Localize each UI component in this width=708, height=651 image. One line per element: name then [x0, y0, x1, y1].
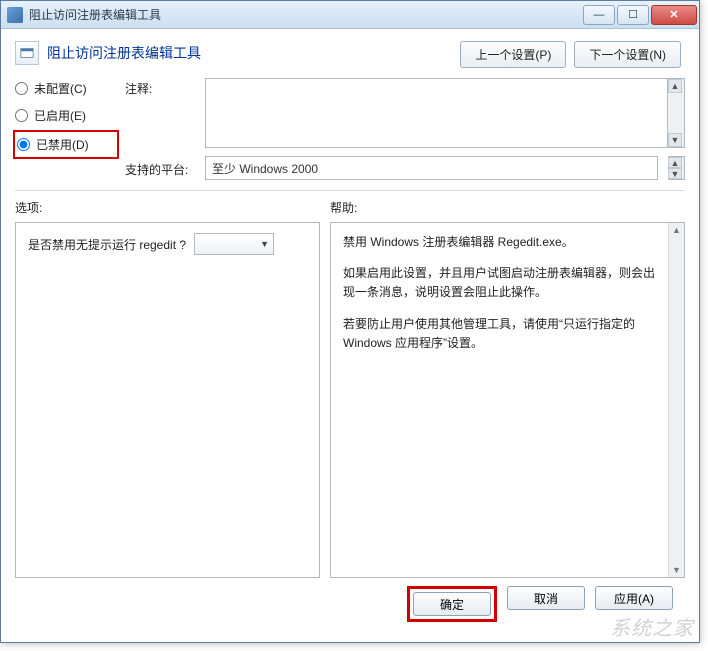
- platform-row: 支持的平台: 至少 Windows 2000 ▲ ▼: [125, 156, 685, 180]
- help-panel-inner: 禁用 Windows 注册表编辑器 Regedit.exe。 如果启用此设置，并…: [331, 223, 668, 577]
- ok-button[interactable]: 确定: [413, 592, 491, 616]
- separator: [15, 190, 685, 191]
- state-radio-group: 未配置(C) 已启用(E) 已禁用(D): [15, 78, 115, 155]
- options-panel-inner: 是否禁用无提示运行 regedit ? ▼: [16, 223, 319, 577]
- scroll-down-icon[interactable]: ▼: [672, 565, 681, 575]
- scroll-up-icon[interactable]: ▲: [672, 225, 681, 235]
- platform-scrollbar[interactable]: ▲ ▼: [668, 156, 685, 180]
- radio-disabled-input[interactable]: [17, 138, 30, 151]
- ok-highlight: 确定: [407, 586, 497, 622]
- options-question-text: 是否禁用无提示运行 regedit ?: [28, 236, 186, 253]
- minimize-button[interactable]: —: [583, 5, 615, 25]
- radio-enabled[interactable]: 已启用(E): [15, 107, 115, 124]
- next-setting-button[interactable]: 下一个设置(N): [574, 41, 681, 68]
- options-question-row: 是否禁用无提示运行 regedit ? ▼: [28, 233, 307, 255]
- scroll-up-icon[interactable]: ▲: [668, 157, 682, 168]
- selected-highlight: 已禁用(D): [13, 130, 119, 159]
- close-button[interactable]: ✕: [651, 5, 697, 25]
- policy-title: 阻止访问注册表编辑工具: [47, 43, 201, 63]
- apply-button[interactable]: 应用(A): [595, 586, 673, 610]
- policy-icon: [15, 41, 39, 65]
- radio-disabled[interactable]: 已禁用(D): [17, 136, 113, 153]
- scroll-up-icon[interactable]: ▲: [668, 79, 682, 93]
- chevron-down-icon: ▼: [260, 239, 269, 249]
- radio-not-configured[interactable]: 未配置(C): [15, 80, 115, 97]
- policy-config-area: 未配置(C) 已启用(E) 已禁用(D) 注释:: [15, 78, 685, 180]
- help-paragraph-2: 如果启用此设置，并且用户试图启动注册表编辑器，则会出现一条消息，说明设置会阻止此…: [343, 264, 656, 302]
- meta-column: 注释: ▲ ▼ 支持的平台: 至少 Windows 2000: [125, 78, 685, 180]
- panels-row: 是否禁用无提示运行 regedit ? ▼ 禁用 Windows 注册表编辑器 …: [15, 222, 685, 578]
- scroll-down-icon[interactable]: ▼: [668, 168, 682, 179]
- radio-enabled-label: 已启用(E): [34, 107, 86, 124]
- nav-buttons: 上一个设置(P) 下一个设置(N): [460, 41, 681, 68]
- window-controls: — ☐ ✕: [583, 5, 697, 25]
- dialog-content: 阻止访问注册表编辑工具 上一个设置(P) 下一个设置(N) 未配置(C) 已启用…: [1, 29, 699, 642]
- app-icon: [7, 7, 23, 23]
- help-paragraph-3: 若要防止用户使用其他管理工具，请使用“只运行指定的 Windows 应用程序”设…: [343, 315, 656, 353]
- help-paragraph-1: 禁用 Windows 注册表编辑器 Regedit.exe。: [343, 233, 656, 252]
- comment-row: 注释: ▲ ▼: [125, 78, 685, 148]
- dialog-footer: 确定 取消 应用(A): [15, 578, 685, 632]
- section-labels: 选项: 帮助:: [15, 199, 685, 216]
- help-scrollbar[interactable]: ▲ ▼: [668, 223, 684, 577]
- prev-setting-button[interactable]: 上一个设置(P): [460, 41, 566, 68]
- comment-textarea[interactable]: [205, 78, 668, 148]
- comment-label: 注释:: [125, 78, 195, 148]
- help-section-label: 帮助:: [330, 199, 685, 216]
- radio-disabled-label: 已禁用(D): [36, 136, 89, 153]
- help-panel: 禁用 Windows 注册表编辑器 Regedit.exe。 如果启用此设置，并…: [330, 222, 685, 578]
- titlebar: 阻止访问注册表编辑工具 — ☐ ✕: [1, 1, 699, 29]
- radio-not-configured-input[interactable]: [15, 82, 28, 95]
- header-row: 阻止访问注册表编辑工具 上一个设置(P) 下一个设置(N): [15, 41, 685, 68]
- cancel-button[interactable]: 取消: [507, 586, 585, 610]
- header-left: 阻止访问注册表编辑工具: [15, 41, 201, 65]
- comment-wrap: ▲ ▼: [205, 78, 685, 148]
- platform-value: 至少 Windows 2000: [212, 160, 318, 177]
- scroll-down-icon[interactable]: ▼: [668, 133, 682, 147]
- options-panel: 是否禁用无提示运行 regedit ? ▼: [15, 222, 320, 578]
- comment-scrollbar[interactable]: ▲ ▼: [668, 78, 685, 148]
- platform-label: 支持的平台:: [125, 159, 195, 178]
- maximize-button[interactable]: ☐: [617, 5, 649, 25]
- dialog-window: 阻止访问注册表编辑工具 — ☐ ✕ 阻止访问注册表编辑工具 上一个设置(P) 下…: [0, 0, 700, 643]
- radio-enabled-input[interactable]: [15, 109, 28, 122]
- radio-not-configured-label: 未配置(C): [34, 80, 87, 97]
- options-section-label: 选项:: [15, 199, 330, 216]
- window-title: 阻止访问注册表编辑工具: [29, 6, 583, 23]
- options-combobox[interactable]: ▼: [194, 233, 274, 255]
- platform-display: 至少 Windows 2000: [205, 156, 658, 180]
